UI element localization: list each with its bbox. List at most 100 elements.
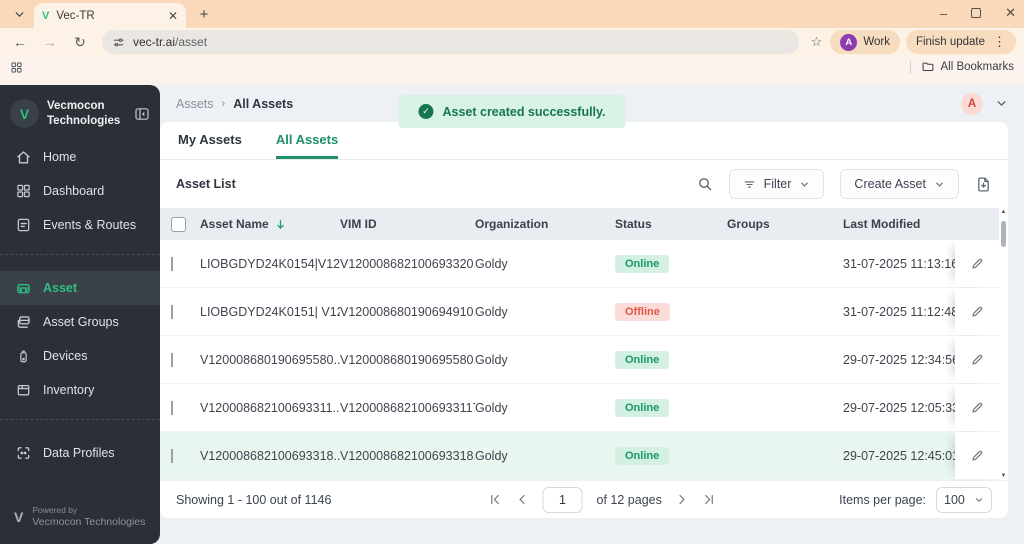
- tab-close-icon[interactable]: ✕: [168, 9, 178, 23]
- address-bar[interactable]: vec-tr.ai/asset: [102, 30, 799, 54]
- table-row[interactable]: V120008682100693311... V1200086821006933…: [160, 384, 1008, 432]
- browser-tab-strip: V Vec-TR ✕ + – ✕: [0, 0, 1024, 28]
- site-settings-icon[interactable]: [112, 36, 125, 49]
- apps-grid-icon[interactable]: [10, 61, 23, 74]
- edit-pencil-icon[interactable]: [970, 304, 985, 319]
- sidebar-item-label: Data Profiles: [43, 446, 115, 460]
- column-asset-name[interactable]: Asset Name: [200, 217, 340, 231]
- sidebar-item-asset-groups[interactable]: Asset Groups: [0, 305, 160, 339]
- vim-id-cell: V120008682100693320...: [340, 256, 475, 271]
- filter-button[interactable]: Filter: [728, 169, 825, 199]
- first-page-icon[interactable]: [489, 493, 502, 506]
- tab-all-assets[interactable]: All Assets: [275, 122, 339, 159]
- column-groups[interactable]: Groups: [727, 217, 843, 231]
- last-modified-cell: 29-07-2025 12:05:33: [843, 400, 955, 415]
- sidebar-item-events-routes[interactable]: Events & Routes: [0, 208, 160, 242]
- window-maximize-button[interactable]: [971, 8, 982, 18]
- row-actions: [955, 384, 999, 431]
- bookmarks-divider: [909, 60, 911, 74]
- breadcrumb-assets[interactable]: Assets: [176, 97, 214, 111]
- breadcrumb: Assets › All Assets: [176, 97, 293, 111]
- table-row[interactable]: V120008680190695580... V1200086801906955…: [160, 336, 1008, 384]
- export-icon[interactable]: [975, 176, 992, 193]
- items-per-page-label: Items per page:: [839, 492, 926, 507]
- table-row[interactable]: V120008682100693318... V1200086821006933…: [160, 432, 1008, 480]
- toast-notification: ✓ Asset created successfully.: [398, 95, 626, 128]
- sidebar-item-label: Home: [43, 150, 77, 164]
- row-checkbox[interactable]: [171, 400, 173, 415]
- scroll-up-icon[interactable]: ▲: [1001, 209, 1007, 215]
- row-checkbox[interactable]: [171, 256, 173, 271]
- asset-name-cell: LIOBGDYD24K0154|V12...: [200, 256, 340, 271]
- organization-cell: Goldy: [475, 448, 508, 463]
- new-tab-button[interactable]: +: [192, 2, 216, 26]
- last-modified-cell: 31-07-2025 11:12:48: [843, 304, 955, 319]
- asset-icon: [17, 283, 30, 293]
- last-modified-cell: 29-07-2025 12:45:01: [843, 448, 955, 463]
- scroll-down-icon[interactable]: ▼: [1001, 473, 1007, 479]
- profile-name: Work: [863, 36, 890, 48]
- sort-desc-icon[interactable]: [274, 218, 287, 231]
- sidebar-item-home[interactable]: Home: [0, 140, 160, 174]
- profile-chip[interactable]: A Work: [830, 30, 900, 54]
- finish-update-button[interactable]: Finish update ⋮: [905, 30, 1016, 54]
- asset-name-cell: V120008682100693311...: [200, 400, 340, 415]
- edit-pencil-icon[interactable]: [970, 352, 985, 367]
- company-name: Vecmocon Technologies: [47, 100, 121, 127]
- tab-my-assets[interactable]: My Assets: [178, 122, 242, 159]
- events-routes-icon: [17, 218, 30, 232]
- row-checkbox[interactable]: [171, 304, 173, 319]
- column-organization[interactable]: Organization: [475, 217, 615, 231]
- site-favicon: V: [42, 9, 50, 22]
- page-number-input[interactable]: [542, 486, 583, 513]
- edit-pencil-icon[interactable]: [970, 448, 985, 463]
- sidebar-collapse-button[interactable]: [134, 106, 150, 122]
- last-modified-cell: 31-07-2025 11:13:16: [843, 256, 955, 271]
- search-icon[interactable]: [697, 176, 713, 192]
- sidebar-item-label: Asset Groups: [43, 315, 119, 329]
- sidebar-item-devices[interactable]: Devices: [0, 339, 160, 373]
- browser-tab[interactable]: V Vec-TR ✕: [34, 3, 186, 28]
- prev-page-icon[interactable]: [516, 493, 529, 506]
- table-scrollbar[interactable]: ▲ ▼: [999, 208, 1008, 480]
- table-row[interactable]: LIOBGDYD24K0154|V12... V1200086821006933…: [160, 240, 1008, 288]
- bookmark-star-icon[interactable]: ☆: [811, 34, 823, 50]
- window-minimize-button[interactable]: –: [940, 6, 947, 21]
- breadcrumb-all-assets: All Assets: [233, 96, 294, 111]
- reload-button[interactable]: ↻: [68, 30, 92, 54]
- sidebar-item-inventory[interactable]: Inventory: [0, 373, 160, 407]
- all-bookmarks-button[interactable]: All Bookmarks: [921, 60, 1014, 74]
- column-vim-id[interactable]: VIM ID: [340, 217, 475, 231]
- chevron-down-icon: [936, 182, 943, 187]
- browser-menu-icon[interactable]: ⋮: [993, 34, 1006, 50]
- column-last-modified[interactable]: Last Modified: [843, 217, 955, 231]
- sidebar-item-dashboard[interactable]: Dashboard: [0, 174, 160, 208]
- column-status[interactable]: Status: [615, 217, 727, 231]
- last-page-icon[interactable]: [703, 493, 716, 506]
- next-page-icon[interactable]: [676, 493, 689, 506]
- items-per-page-select[interactable]: 100: [936, 486, 992, 513]
- create-asset-button[interactable]: Create Asset: [840, 169, 959, 199]
- user-avatar[interactable]: A: [961, 92, 983, 115]
- devices-icon: [20, 350, 27, 362]
- profile-avatar: A: [840, 33, 858, 51]
- row-checkbox[interactable]: [171, 352, 173, 367]
- status-badge: Online: [615, 350, 670, 369]
- tab-search-button[interactable]: [6, 3, 32, 25]
- back-button[interactable]: ←: [8, 30, 32, 54]
- sidebar-footer: V Powered by Vecmocon Technologies: [0, 505, 160, 544]
- select-all-checkbox[interactable]: [171, 216, 186, 232]
- success-check-icon: ✓: [418, 104, 434, 119]
- edit-pencil-icon[interactable]: [970, 400, 985, 415]
- forward-button[interactable]: →: [38, 30, 62, 54]
- table-row[interactable]: LIOBGDYD24K0151| V12... V120008680190694…: [160, 288, 1008, 336]
- chevron-down-icon[interactable]: [995, 97, 1008, 110]
- scrollbar-thumb[interactable]: [1001, 221, 1006, 247]
- row-checkbox[interactable]: [171, 448, 173, 463]
- asset-card: My Assets All Assets Asset List Filter C…: [160, 122, 1008, 518]
- sidebar-item-asset[interactable]: Asset: [0, 271, 160, 305]
- sidebar-item-data-profiles[interactable]: Data Profiles: [0, 436, 160, 470]
- status-badge: Online: [615, 446, 670, 465]
- window-close-button[interactable]: ✕: [1005, 5, 1016, 21]
- edit-pencil-icon[interactable]: [970, 256, 985, 271]
